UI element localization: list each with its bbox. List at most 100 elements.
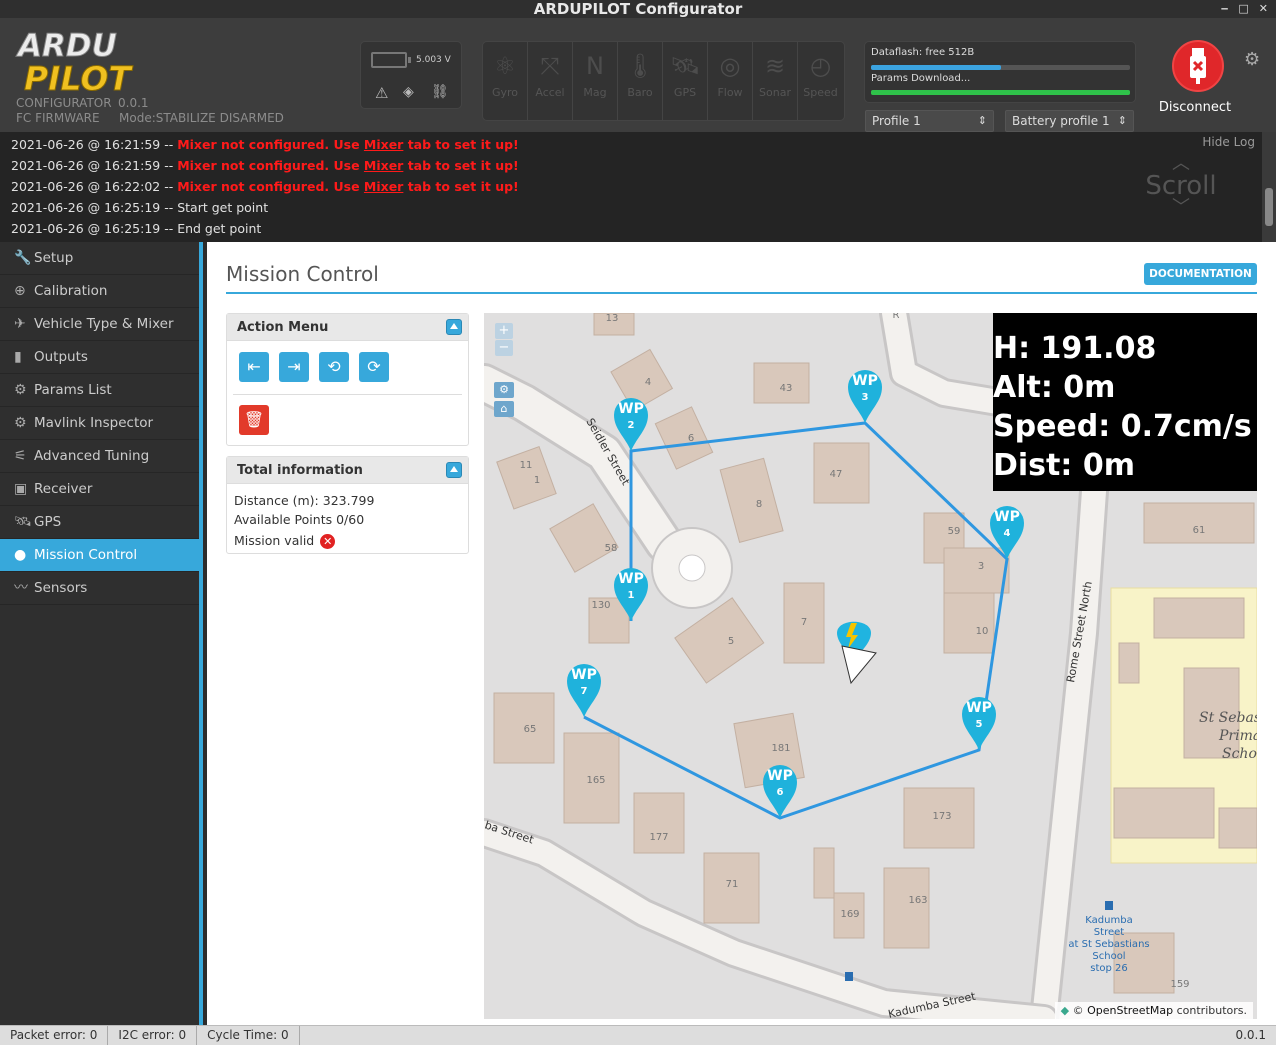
documentation-button[interactable]: DOCUMENTATION [1144,263,1257,285]
log-line: 2021-06-26 @ 16:25:19 -- End get point [11,221,261,236]
app-version: 0.0.1 [118,96,149,110]
hide-log-link[interactable]: Hide Log [1202,135,1255,149]
vehicle-marker[interactable] [837,621,877,685]
sidebar-item-outputs[interactable]: ▮ Outputs [0,341,199,374]
house-number-label: 130 [591,600,610,611]
sidebar-item-label: Sensors [34,579,88,596]
sidebar-item-sensors[interactable]: 〰 Sensors [0,572,199,605]
dataflash-label: Dataflash: free 512B [871,47,975,58]
flight-mode: Mode:STABILIZE DISARMED [119,111,284,125]
params-download-bar [871,90,1130,95]
mixer-tab-link[interactable]: Mixer [364,158,403,173]
mag-icon: N [586,52,604,80]
window-controls: ‒ □ ✕ [1221,0,1268,18]
hud-speed: Speed: 0.7cm/s [993,409,1252,444]
house-number-label: 11 [520,460,533,471]
sidebar-item-setup[interactable]: 🔧 Setup [0,242,199,275]
close-window-button[interactable]: ✕ [1259,0,1268,18]
house-number-label: 47 [830,469,843,480]
zoom-in-button[interactable]: + [495,323,513,339]
sidebar-item-calibration[interactable]: ⊕ Calibration [0,275,199,308]
log-scrollbar[interactable] [1262,132,1276,242]
home-icon[interactable]: ⌂ [494,401,514,417]
house-number-label: 181 [771,743,790,754]
available-points: Available Points 0/60 [234,512,365,527]
receiver-icon: ▣ [14,480,28,497]
flow-icon: ◎ [719,52,741,80]
collapse-action-menu-button[interactable] [446,319,462,335]
load-from-file-button[interactable]: ⇤ [239,352,269,382]
sidebar-item-receiver[interactable]: ▣ Receiver [0,473,199,506]
disconnect-label: Disconnect [1158,100,1232,115]
disconnect-button[interactable]: Disconnect [1159,40,1232,134]
sidebar-item-vehicle-type-mixer[interactable]: ✈ Vehicle Type & Mixer [0,308,199,341]
sensor-gyro: ⚛ Gyro [483,42,528,120]
save-to-file-button[interactable]: ⇥ [279,352,309,382]
mixer-tab-link[interactable]: Mixer [364,137,403,152]
waypoint-number: 7 [581,686,588,697]
page-title: Mission Control [226,262,379,286]
waypoint-marker[interactable]: WP 3 [848,370,882,423]
sidebar-item-label: Calibration [34,282,108,299]
map-settings-icon[interactable]: ⚙ [494,382,514,398]
logo-text-bottom: PILOT [24,59,133,96]
outputs-icon: ▮ [14,348,22,365]
sensor-speed: ◴ Speed [798,42,843,120]
battery-profile-select[interactable]: Battery profile 1 [1005,110,1134,132]
sidebar-item-label: GPS [34,513,62,530]
sensor-accel: ⤧ Accel [528,42,573,120]
log-scrollbar-thumb[interactable] [1265,188,1273,226]
sidebar-item-params-list[interactable]: ⚙ Params List [0,374,199,407]
zoom-out-button[interactable]: − [495,340,513,356]
load-from-fc-button[interactable]: ⟲ [319,352,349,382]
load-fc-icon: ⟲ [327,357,341,376]
settings-gear-icon[interactable]: ⚙ [1244,49,1260,70]
satellite-icon: 🛰 [14,513,32,530]
svg-text:stop 26: stop 26 [1090,963,1128,974]
openstreetmap-link[interactable]: OpenStreetMap [1087,1004,1173,1017]
sidebar-item-gps[interactable]: 🛰 GPS [0,506,199,539]
delete-mission-button[interactable]: 🗑 [239,405,269,435]
waypoint-marker[interactable]: WP 5 [962,697,996,750]
action-divider [233,394,462,395]
waypoint-label: WP [618,571,644,587]
waypoint-marker[interactable]: WP 7 [567,664,601,717]
school-label-line3: Schoo [1222,746,1257,762]
telemetry-hud: H: 191.08 Alt: 0m Speed: 0.7cm/s Dist: 0… [993,313,1257,491]
mixer-tab-link[interactable]: Mixer [364,179,403,194]
status-bar: Packet error: 0 I2C error: 0 Cycle Time:… [0,1025,1276,1045]
svg-text:Kadumba: Kadumba [1085,915,1132,926]
gps-fix-icon: ◈ [403,84,414,100]
house-number-label: 65 [524,724,537,735]
sensor-baro: 🌡 Baro [618,42,663,120]
mission-map[interactable]: 13 4 43 R 6 11 1 47 8 59 3 61 58 5 7 10 65 181 165 177 173 71… [484,313,1257,1019]
sensor-gps: 🛰 GPS [663,42,708,120]
collapse-total-info-button[interactable] [446,462,462,478]
save-fc-icon: ⟳ [367,357,381,376]
scroll-down-icon: ﹀ [1172,197,1190,218]
house-number-label: 1 [534,475,540,486]
action-menu-panel: Action Menu ⇤ ⇥ ⟲ ⟳ 🗑 [226,313,469,446]
house-number-label: 173 [932,811,951,822]
house-number-label: 71 [726,879,739,890]
house-number-label: 59 [948,526,961,537]
sidebar-item-mavlink-inspector[interactable]: ⚙ Mavlink Inspector [0,407,199,440]
waypoint-number: 6 [777,787,784,798]
waypoint-label: WP [571,667,597,683]
house-number-label: 177 [649,832,668,843]
packet-error: Packet error: 0 [0,1026,109,1045]
sidebar-item-mission-control[interactable]: ● Mission Control [0,539,199,572]
sensor-mag: N Mag [573,42,618,120]
profile-select[interactable]: Profile 1 [865,110,994,132]
maximize-button[interactable]: □ [1238,0,1248,18]
waypoint-label: WP [966,700,992,716]
log-error-message: Mixer not configured. Use Mixer tab to s… [177,137,519,152]
sidebar-item-advanced-tuning[interactable]: ⚟ Advanced Tuning [0,440,199,473]
waypoint-marker[interactable]: WP 6 [763,765,797,818]
battery-voltage: 5.003 V [416,55,451,65]
log-timestamp: 2021-06-26 @ 16:25:19 -- [11,200,178,215]
save-to-fc-button[interactable]: ⟳ [359,352,389,382]
minimize-button[interactable]: ‒ [1221,0,1229,18]
action-menu-header: Action Menu [227,314,468,341]
waypoint-number: 1 [628,590,635,601]
